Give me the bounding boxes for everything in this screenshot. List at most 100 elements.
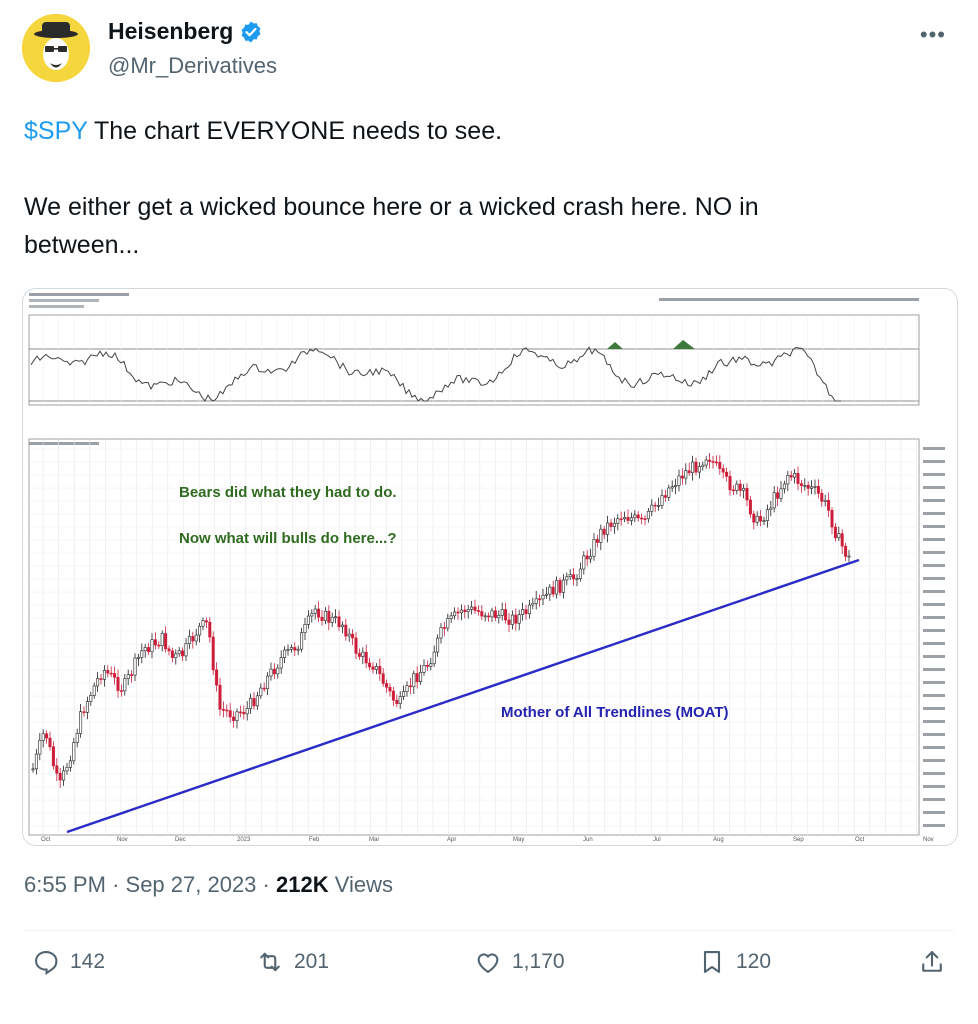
candle [235,711,239,721]
candle [187,636,191,644]
like-button[interactable]: 1,170 [474,948,565,976]
candle [51,746,55,767]
candle [725,471,729,477]
candle [72,742,76,762]
candle [449,615,453,619]
candle [748,499,752,515]
candle [680,475,684,479]
candle [160,633,164,647]
candle [755,516,759,523]
candle [269,668,273,677]
candle [432,651,436,665]
candle [167,648,171,652]
candle [735,483,739,491]
cashtag-link[interactable]: $SPY [24,117,87,145]
candle [408,685,412,688]
candle [368,662,372,668]
candle [466,609,470,613]
candle [371,666,375,670]
views-count: 212K [276,872,329,897]
x-tick-label: Apr [447,837,456,843]
candle [623,517,627,520]
tweet-time[interactable]: 6:55 PM [24,872,106,897]
x-tick-label: Sep [793,837,804,843]
candle [714,461,718,464]
candle [106,670,110,674]
repost-button[interactable]: 201 [256,948,329,976]
candle [619,518,623,521]
candle [65,767,69,772]
candle [568,574,572,578]
candle [643,518,647,520]
candle [602,528,606,535]
candle [606,522,610,535]
candle [470,606,474,610]
more-horizontal-icon[interactable]: ••• [920,22,946,48]
candle [194,634,198,642]
tweet-date[interactable]: Sep 27, 2023 [126,872,257,897]
candle [742,487,746,491]
views-label: Views [328,872,393,897]
candle [806,484,810,489]
candle [776,492,780,499]
candle [34,753,38,770]
candle [381,673,385,684]
candle [650,504,654,512]
candle [629,517,633,521]
avatar[interactable] [22,14,90,82]
candle [225,709,229,712]
bookmark-count: 120 [736,950,772,973]
candle [262,687,266,690]
reply-button[interactable]: 142 [32,948,105,976]
repost-count: 201 [294,950,330,973]
candle [796,473,800,484]
candle [164,633,168,650]
candle [422,665,426,673]
tweet-meta: 6:55 PM · Sep 27, 2023 · 212K Views [24,872,393,898]
candle [184,643,188,657]
candle [31,768,35,771]
candle [425,665,429,667]
candle [113,673,117,678]
candle [609,522,613,527]
candle [41,733,45,741]
heart-icon [477,953,499,973]
x-tick-label: Mar [369,837,379,843]
bookmark-button[interactable]: 120 [698,948,771,976]
candle [238,711,242,714]
candle [412,673,416,688]
candle [789,475,793,478]
candle [89,695,93,702]
candle [463,609,467,613]
candle [514,614,518,624]
share-button[interactable] [918,948,946,976]
candle [242,712,246,715]
candle [55,765,59,774]
candle [544,593,548,596]
candle [497,615,501,619]
candle [436,637,440,653]
candle [565,576,569,581]
candle [208,621,212,638]
candle [779,488,783,499]
candle [405,685,409,692]
candle [252,698,256,707]
candle [153,639,157,646]
candle [119,690,123,692]
candle [548,586,552,595]
candle [442,627,446,629]
tweet-media-chart[interactable]: Bears did what they had to do. Now what … [22,288,958,846]
candle [456,611,460,614]
author-handle[interactable]: @Mr_Derivatives [108,53,277,79]
candle [354,637,358,654]
candle [524,609,528,615]
candle [762,520,766,522]
candle [738,483,742,491]
candle [731,489,735,492]
candle [561,579,565,593]
candle [283,649,287,658]
author-display-name[interactable]: Heisenberg [108,18,233,45]
candle [181,650,185,657]
candle [827,499,831,511]
x-tick-label: Feb [309,837,320,843]
